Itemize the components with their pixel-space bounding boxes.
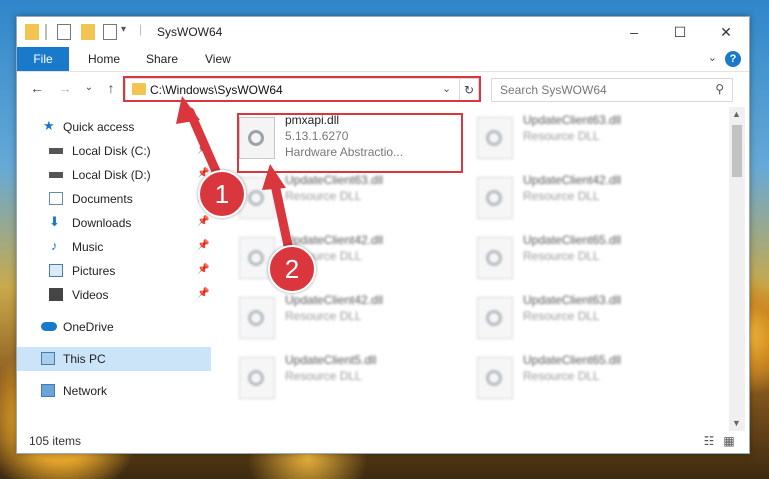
annotation-arrows — [176, 96, 295, 260]
step-badge-2: 2 — [268, 245, 316, 293]
step-badge-1: 1 — [198, 170, 246, 218]
arrow-1-head — [176, 96, 200, 124]
arrow-2 — [269, 175, 295, 260]
arrow-2-head — [262, 164, 286, 190]
